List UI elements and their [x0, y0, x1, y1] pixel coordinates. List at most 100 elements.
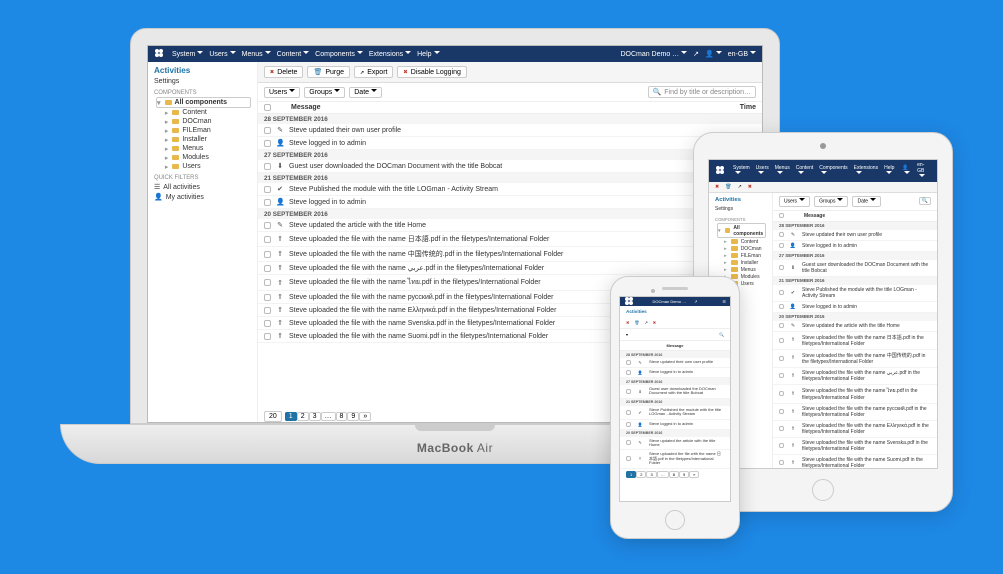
activity-row[interactable]: ⇑Steve uploaded the file with the name ع… — [773, 368, 937, 385]
activity-row[interactable]: 👤Steve logged in to admin — [258, 137, 762, 150]
topmenu-components[interactable]: Components — [819, 165, 847, 177]
disable-logging-button[interactable]: ✖ — [653, 320, 656, 325]
delete-button[interactable]: ✖ — [715, 184, 719, 190]
purge-button[interactable]: 🗑Purge — [307, 66, 350, 78]
quick-filter[interactable]: ☰All activities — [154, 182, 251, 192]
sidebar-activities[interactable]: Activities — [715, 197, 766, 203]
activity-row[interactable]: ⇑Steve uploaded the file with the name 中… — [773, 350, 937, 368]
row-checkbox[interactable] — [779, 443, 784, 448]
page-»[interactable]: » — [359, 412, 371, 421]
activity-row[interactable]: ⬇Guest user downloaded the DOCman Docume… — [620, 385, 730, 399]
users-filter[interactable]: Users — [779, 196, 810, 206]
tree-node[interactable]: Modules — [156, 153, 251, 162]
topmenu-system[interactable]: System — [733, 165, 750, 177]
filters-icon[interactable]: ▾ — [626, 332, 628, 337]
row-checkbox[interactable] — [264, 333, 271, 340]
page-»[interactable]: » — [689, 471, 699, 478]
date-filter[interactable]: Date — [349, 87, 382, 98]
site-title-link[interactable]: DOCman Demo … — [620, 51, 687, 58]
page-8[interactable]: 8 — [669, 471, 679, 478]
topmenu-components[interactable]: Components — [315, 51, 363, 58]
tree-node[interactable]: All components — [156, 97, 251, 108]
menu-icon[interactable]: ☰ — [722, 299, 726, 304]
activity-row[interactable]: ⇑Steve uploaded the file with the name 日… — [773, 332, 937, 350]
page-1[interactable]: 1 — [285, 412, 297, 421]
page-9[interactable]: 9 — [679, 471, 689, 478]
language-switcher[interactable]: en-GB — [917, 162, 931, 180]
row-checkbox[interactable] — [779, 290, 784, 295]
tree-node[interactable]: DOCman — [156, 117, 251, 126]
row-checkbox[interactable] — [264, 307, 271, 314]
row-checkbox[interactable] — [779, 232, 784, 237]
row-checkbox[interactable] — [779, 426, 784, 431]
row-checkbox[interactable] — [779, 460, 784, 465]
tree-node[interactable]: Menus — [156, 144, 251, 153]
row-checkbox[interactable] — [626, 360, 631, 365]
activity-row[interactable]: 👤Steve logged in to admin — [258, 196, 762, 209]
activity-row[interactable]: ✔Steve Published the module with the tit… — [258, 183, 762, 196]
language-switcher[interactable]: en-GB — [728, 51, 756, 58]
delete-button[interactable]: ✖Delete — [264, 66, 303, 78]
purge-button[interactable]: 🗑 — [725, 184, 731, 190]
date-filter[interactable]: Date — [852, 196, 881, 206]
user-icon[interactable]: 👤 — [902, 165, 911, 177]
export-button[interactable]: ↗ — [644, 320, 647, 325]
groups-filter[interactable]: Groups — [814, 196, 848, 206]
activity-row[interactable]: ⇑Steve uploaded the file with the name 中… — [258, 247, 762, 262]
activity-row[interactable]: ⬇Guest user downloaded the DOCman Docume… — [258, 160, 762, 173]
select-all-checkbox[interactable] — [264, 104, 271, 111]
site-title-link[interactable]: DOCman Demo … — [653, 299, 687, 304]
export-button[interactable]: ↗Export — [354, 66, 393, 78]
ipad-home-button[interactable] — [812, 479, 834, 501]
groups-filter[interactable]: Groups — [304, 87, 345, 98]
activity-row[interactable]: ⇑Steve uploaded the file with the name Ε… — [773, 421, 937, 438]
activity-row[interactable]: 👤Steve logged in to admin — [620, 368, 730, 378]
search-icon[interactable]: 🔍 — [719, 332, 724, 337]
tree-node[interactable]: Content — [717, 238, 766, 245]
row-checkbox[interactable] — [264, 140, 271, 147]
tree-node[interactable]: Installer — [717, 259, 766, 266]
purge-button[interactable]: 🗑 — [634, 320, 639, 325]
page-8[interactable]: 8 — [336, 412, 348, 421]
topmenu-help[interactable]: Help — [417, 51, 439, 58]
topmenu-users[interactable]: Users — [756, 165, 769, 177]
row-checkbox[interactable] — [264, 265, 271, 272]
row-checkbox[interactable] — [264, 320, 271, 327]
row-checkbox[interactable] — [264, 236, 271, 243]
page-1[interactable]: 1 — [626, 471, 636, 478]
select-all-checkbox[interactable] — [779, 213, 784, 218]
page-…[interactable]: … — [657, 471, 669, 478]
tree-node[interactable]: All components — [717, 223, 766, 238]
activity-row[interactable]: ⇑Steve uploaded the file with the name 日… — [620, 450, 730, 468]
row-checkbox[interactable] — [779, 265, 784, 270]
tree-node[interactable]: FILEman — [717, 252, 766, 259]
topmenu-menus[interactable]: Menus — [775, 165, 790, 177]
page-3[interactable]: 3 — [309, 412, 321, 421]
tree-node[interactable]: Users — [156, 162, 251, 171]
activity-row[interactable]: ✎Steve updated their own user profile — [620, 358, 730, 368]
activity-row[interactable]: ⇑Steve uploaded the file with the name ع… — [258, 262, 762, 275]
row-checkbox[interactable] — [779, 323, 784, 328]
activity-row[interactable]: 👤Steve logged in to admin — [620, 420, 730, 430]
sidebar-settings[interactable]: Settings — [715, 205, 766, 213]
row-checkbox[interactable] — [264, 186, 271, 193]
activity-row[interactable]: 👤Steve logged in to admin — [773, 302, 937, 313]
topmenu-help[interactable]: Help — [884, 165, 894, 177]
activity-row[interactable]: ⇑Steve uploaded the file with the name S… — [773, 455, 937, 469]
row-checkbox[interactable] — [779, 304, 784, 309]
row-checkbox[interactable] — [779, 338, 784, 343]
delete-button[interactable]: ✖ — [626, 320, 629, 325]
activity-row[interactable]: ✔Steve Published the module with the tit… — [620, 406, 730, 420]
row-checkbox[interactable] — [264, 279, 271, 286]
activity-row[interactable]: ⬇Guest user downloaded the DOCman Docume… — [773, 260, 937, 277]
activity-row[interactable]: ✎Steve updated their own user profile — [258, 124, 762, 137]
activity-row[interactable]: ⇑Steve uploaded the file with the name 日… — [258, 232, 762, 247]
activity-row[interactable]: ✔Steve Published the module with the tit… — [773, 285, 937, 302]
page-…[interactable]: … — [321, 412, 336, 421]
quick-filter[interactable]: 👤My activities — [154, 192, 251, 202]
row-checkbox[interactable] — [626, 440, 631, 445]
col-message[interactable]: Message — [804, 213, 825, 219]
activity-row[interactable]: ✎Steve updated the article with the titl… — [620, 437, 730, 451]
row-checkbox[interactable] — [264, 199, 271, 206]
page-2[interactable]: 2 — [297, 412, 309, 421]
